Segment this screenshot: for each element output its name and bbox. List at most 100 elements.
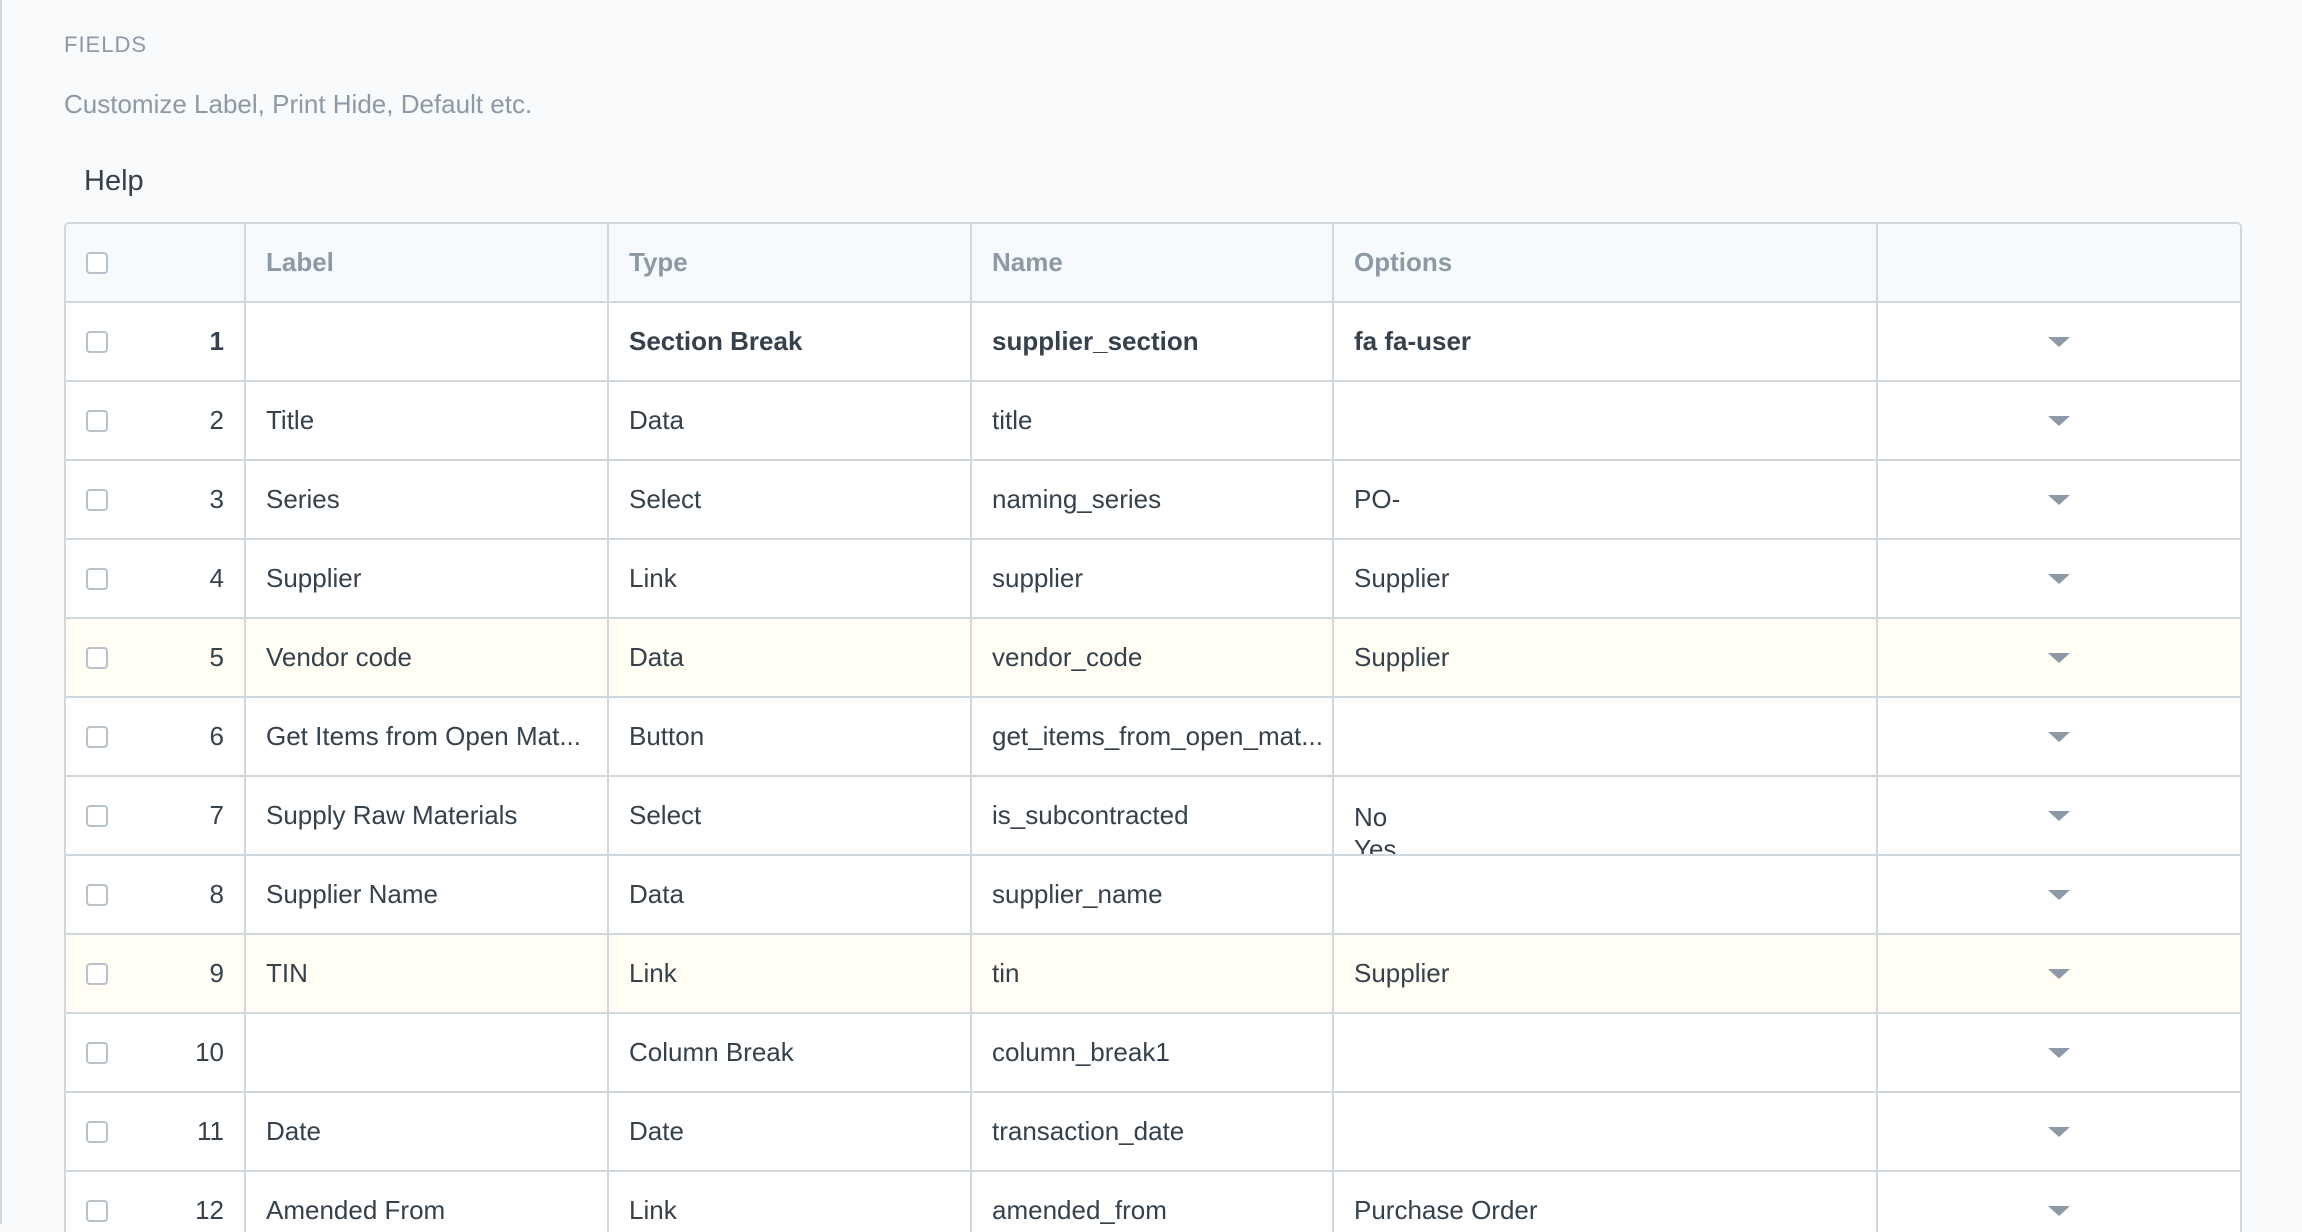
row-checkbox[interactable] xyxy=(86,330,108,353)
column-header-type[interactable]: Type xyxy=(609,224,972,301)
cell-label[interactable]: Supply Raw Materials xyxy=(246,777,609,854)
cell-type[interactable]: Column Break xyxy=(609,1014,972,1091)
cell-name[interactable]: is_subcontracted xyxy=(972,777,1334,854)
cell-label[interactable] xyxy=(246,1014,609,1091)
cell-name[interactable]: supplier_name xyxy=(972,856,1334,933)
caret-down-icon[interactable] xyxy=(2048,1126,2070,1137)
cell-options[interactable] xyxy=(1334,382,1878,459)
cell-name[interactable]: transaction_date xyxy=(972,1093,1334,1170)
row-checkbox[interactable] xyxy=(86,725,108,748)
column-header-name[interactable]: Name xyxy=(972,224,1334,301)
cell-label[interactable]: Supplier Name xyxy=(246,856,609,933)
table-row[interactable]: 10 Column Break column_break1 xyxy=(66,1014,2240,1093)
cell-label[interactable] xyxy=(246,303,609,380)
cell-name[interactable]: naming_series xyxy=(972,461,1334,538)
cell-name[interactable]: supplier_section xyxy=(972,303,1334,380)
cell-options[interactable]: fa fa-user xyxy=(1334,303,1878,380)
column-header-label[interactable]: Label xyxy=(246,224,609,301)
cell-options[interactable]: Purchase Order xyxy=(1334,1172,1878,1232)
table-row[interactable]: 5 Vendor code Data vendor_code Supplier xyxy=(66,619,2240,698)
table-row[interactable]: 12 Amended From Link amended_from Purchase O… xyxy=(66,1172,2240,1232)
caret-down-icon[interactable] xyxy=(2048,731,2070,742)
caret-down-icon[interactable] xyxy=(2048,415,2070,426)
cell-name[interactable]: title xyxy=(972,382,1334,459)
row-checkbox[interactable] xyxy=(86,1041,108,1064)
caret-down-icon[interactable] xyxy=(2048,889,2070,900)
cell-name[interactable]: tin xyxy=(972,935,1334,1012)
row-checkbox[interactable] xyxy=(86,567,108,590)
table-row[interactable]: 4 Supplier Link supplier Supplier xyxy=(66,540,2240,619)
row-actions-cell xyxy=(1878,461,2240,538)
row-checkbox[interactable] xyxy=(86,646,108,669)
cell-type[interactable]: Select xyxy=(609,461,972,538)
table-row[interactable]: 9 TIN Link tin Supplier xyxy=(66,935,2240,1014)
cell-options[interactable] xyxy=(1334,856,1878,933)
cell-options[interactable] xyxy=(1334,1014,1878,1091)
table-row[interactable]: 7 Supply Raw Materials Select is_subcontrac… xyxy=(66,777,2240,856)
cell-options[interactable]: Supplier xyxy=(1334,540,1878,617)
table-row[interactable]: 3 Series Select naming_series PO- xyxy=(66,461,2240,540)
row-select-cell: 3 xyxy=(66,461,246,538)
cell-type[interactable]: Data xyxy=(609,619,972,696)
table-row[interactable]: 2 Title Data title xyxy=(66,382,2240,461)
row-checkbox[interactable] xyxy=(86,488,108,511)
cell-label[interactable]: Vendor code xyxy=(246,619,609,696)
row-checkbox[interactable] xyxy=(86,1120,108,1143)
cell-name[interactable]: vendor_code xyxy=(972,619,1334,696)
caret-down-icon[interactable] xyxy=(2048,336,2070,347)
cell-name[interactable]: get_items_from_open_mat... xyxy=(972,698,1334,775)
cell-label[interactable]: Get Items from Open Mat... xyxy=(246,698,609,775)
cell-name[interactable]: amended_from xyxy=(972,1172,1334,1232)
row-checkbox[interactable] xyxy=(86,409,108,432)
cell-type[interactable]: Data xyxy=(609,382,972,459)
cell-options[interactable]: Supplier xyxy=(1334,935,1878,1012)
cell-label[interactable]: Date xyxy=(246,1093,609,1170)
caret-down-icon[interactable] xyxy=(2048,573,2070,584)
table-row[interactable]: 6 Get Items from Open Mat... Button get_ite… xyxy=(66,698,2240,777)
row-select-cell: 10 xyxy=(66,1014,246,1091)
row-actions-cell xyxy=(1878,935,2240,1012)
cell-label[interactable]: Series xyxy=(246,461,609,538)
row-checkbox[interactable] xyxy=(86,804,108,827)
cell-options[interactable]: PO- xyxy=(1334,461,1878,538)
select-all-checkbox[interactable] xyxy=(86,251,108,274)
cell-type[interactable]: Section Break xyxy=(609,303,972,380)
cell-options[interactable] xyxy=(1334,1093,1878,1170)
caret-down-icon[interactable] xyxy=(2048,1205,2070,1216)
row-select-cell: 1 xyxy=(66,303,246,380)
cell-options[interactable]: No Yes xyxy=(1334,777,1878,854)
cell-type[interactable]: Data xyxy=(609,856,972,933)
caret-down-icon[interactable] xyxy=(2048,968,2070,979)
cell-type[interactable]: Date xyxy=(609,1093,972,1170)
cell-label[interactable]: Amended From xyxy=(246,1172,609,1232)
row-checkbox[interactable] xyxy=(86,1199,108,1222)
row-checkbox[interactable] xyxy=(86,962,108,985)
help-link[interactable]: Help xyxy=(84,165,144,198)
table-row[interactable]: 8 Supplier Name Data supplier_name xyxy=(66,856,2240,935)
cell-type[interactable]: Button xyxy=(609,698,972,775)
row-index: 2 xyxy=(209,405,224,435)
cell-type[interactable]: Link xyxy=(609,1172,972,1232)
row-actions-cell xyxy=(1878,856,2240,933)
caret-down-icon[interactable] xyxy=(2048,1047,2070,1058)
table-row[interactable]: 11 Date Date transaction_date xyxy=(66,1093,2240,1172)
cell-type[interactable]: Select xyxy=(609,777,972,854)
cell-label[interactable]: Supplier xyxy=(246,540,609,617)
caret-down-icon[interactable] xyxy=(2048,652,2070,663)
caret-down-icon[interactable] xyxy=(2048,810,2070,821)
cell-type[interactable]: Link xyxy=(609,540,972,617)
caret-down-icon[interactable] xyxy=(2048,494,2070,505)
row-select-cell: 12 xyxy=(66,1172,246,1232)
row-checkbox[interactable] xyxy=(86,883,108,906)
cell-options[interactable] xyxy=(1334,698,1878,775)
table-row[interactable]: 1 Section Break supplier_section fa fa-user xyxy=(66,303,2240,382)
row-index: 3 xyxy=(209,484,224,514)
cell-name[interactable]: column_break1 xyxy=(972,1014,1334,1091)
cell-options[interactable]: Supplier xyxy=(1334,619,1878,696)
cell-label[interactable]: Title xyxy=(246,382,609,459)
cell-type[interactable]: Link xyxy=(609,935,972,1012)
section-description: Customize Label, Print Hide, Default etc… xyxy=(64,89,533,119)
column-header-options[interactable]: Options xyxy=(1334,224,1878,301)
cell-name[interactable]: supplier xyxy=(972,540,1334,617)
cell-label[interactable]: TIN xyxy=(246,935,609,1012)
